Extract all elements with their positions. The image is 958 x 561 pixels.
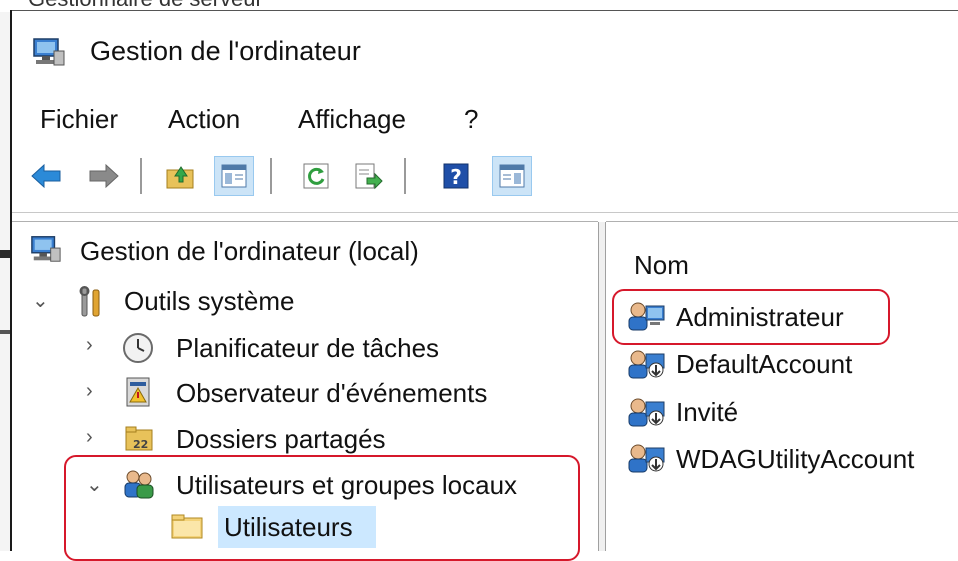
menu-bar bbox=[12, 93, 958, 149]
window-title: Gestion de l'ordinateur bbox=[90, 36, 361, 66]
svg-text:22: 22 bbox=[133, 438, 148, 451]
computer-management-icon bbox=[31, 236, 61, 262]
export-list-icon[interactable] bbox=[348, 156, 388, 196]
pane-splitter[interactable] bbox=[598, 222, 606, 551]
menu-fichier[interactable]: Fichier bbox=[40, 104, 118, 135]
chevron-right-icon[interactable]: › bbox=[86, 426, 93, 449]
clock-icon bbox=[123, 333, 153, 363]
list-row-wdagutilityaccount[interactable]: WDAGUtilityAccount bbox=[676, 444, 914, 475]
list-row-invite[interactable]: Invité bbox=[676, 397, 738, 428]
help-icon[interactable]: ? bbox=[436, 156, 476, 196]
toolbar-separator bbox=[404, 158, 406, 194]
chevron-right-icon[interactable]: › bbox=[86, 334, 93, 357]
chevron-down-icon[interactable]: ⌄ bbox=[32, 288, 49, 313]
show-hide-action-pane-icon[interactable] bbox=[492, 156, 532, 196]
computer-management-icon bbox=[33, 38, 65, 66]
shared-folder-icon: 22 bbox=[125, 426, 153, 451]
list-row-defaultaccount[interactable]: DefaultAccount bbox=[676, 349, 852, 380]
forward-arrow-icon[interactable] bbox=[84, 156, 124, 196]
svg-text:?: ? bbox=[450, 165, 462, 189]
tree-item-root[interactable]: Gestion de l'ordinateur (local) bbox=[80, 236, 419, 267]
list-pane-border bbox=[606, 221, 958, 222]
annotation-highlight-admin bbox=[612, 289, 890, 345]
tree-pane-border bbox=[12, 221, 598, 222]
column-header-name[interactable]: Nom bbox=[634, 250, 689, 281]
toolbar-separator bbox=[140, 158, 142, 194]
annotation-highlight-tree bbox=[64, 455, 580, 561]
event-viewer-icon bbox=[126, 377, 150, 407]
menu-affichage[interactable]: Affichage bbox=[298, 104, 406, 135]
tools-icon bbox=[79, 286, 100, 317]
chevron-right-icon[interactable]: › bbox=[86, 380, 93, 403]
tree-item-task-scheduler[interactable]: Planificateur de tâches bbox=[176, 333, 439, 364]
up-folder-icon[interactable] bbox=[160, 156, 200, 196]
toolbar bbox=[12, 150, 958, 206]
disabled-user-icon bbox=[628, 444, 665, 473]
toolbar-separator bbox=[270, 158, 272, 194]
tree-item-event-viewer[interactable]: Observateur d'événements bbox=[176, 378, 487, 409]
tree-item-system-tools[interactable]: Outils système bbox=[124, 286, 295, 317]
disabled-user-icon bbox=[628, 398, 665, 427]
show-hide-tree-icon[interactable] bbox=[214, 156, 254, 196]
tree-item-shared-folders[interactable]: Dossiers partagés bbox=[176, 424, 386, 455]
menu-help[interactable]: ? bbox=[464, 104, 478, 135]
menu-action[interactable]: Action bbox=[168, 104, 240, 135]
left-edge bbox=[0, 0, 10, 551]
back-arrow-icon[interactable] bbox=[26, 156, 66, 196]
disabled-user-icon bbox=[628, 350, 665, 379]
refresh-icon[interactable] bbox=[296, 156, 336, 196]
